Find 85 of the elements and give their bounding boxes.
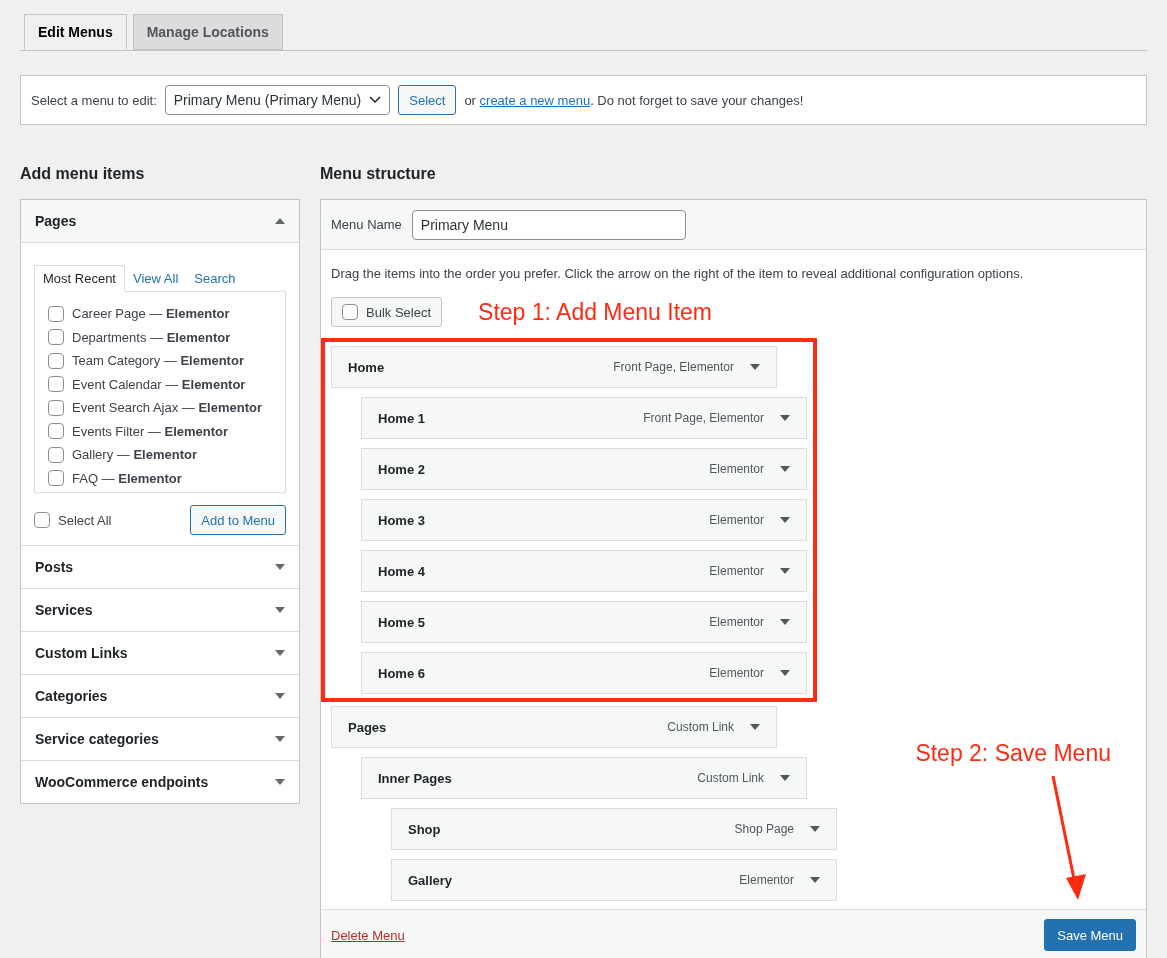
- menu-item[interactable]: Home 3 Elementor: [361, 499, 807, 541]
- menu-item[interactable]: Gallery Elementor: [391, 859, 837, 901]
- menu-item-title: Home 1: [378, 410, 426, 426]
- menu-item-title: Home 3: [378, 512, 426, 528]
- panel-tab[interactable]: View All: [125, 266, 187, 291]
- menu-name-label: Menu Name: [331, 217, 402, 232]
- menu-item-type: Custom Link: [697, 771, 764, 785]
- menu-item[interactable]: Home 6 Elementor: [361, 652, 807, 694]
- menu-item[interactable]: Shop Shop Page: [391, 808, 837, 850]
- bulk-select-button[interactable]: Bulk Select: [331, 297, 443, 327]
- expand-triangle-icon[interactable]: [780, 415, 790, 421]
- page-label: Event Calendar — Elementor: [72, 376, 246, 392]
- instructions-text: Drag the items into the order you prefer. Click the arrow on the right of the item to reveal additional configuration options.: [331, 266, 1025, 281]
- checkbox[interactable]: [48, 399, 64, 416]
- expand-triangle-icon[interactable]: [750, 724, 760, 730]
- menu-item-title: Gallery: [408, 872, 454, 888]
- page-label: Gallery — Elementor: [72, 447, 197, 463]
- menu-item-type: Front Page, Elementor: [613, 360, 734, 374]
- accordion-header[interactable]: Pages: [21, 200, 299, 243]
- menu-item-type: Elementor: [709, 666, 764, 680]
- expand-triangle-icon[interactable]: [810, 826, 820, 832]
- menu-item[interactable]: Home 4 Elementor: [361, 550, 807, 592]
- select-label: Select a menu to edit:: [31, 92, 157, 108]
- page-label: Event Search Ajax — Elementor: [72, 400, 263, 416]
- menu-item[interactable]: Home 1 Front Page, Elementor: [361, 397, 807, 439]
- expand-triangle-icon[interactable]: [750, 364, 760, 370]
- page-label: Events Filter — Elementor: [72, 423, 229, 439]
- annotation-text: Step 1: Add Menu Item: [478, 298, 713, 326]
- menu-item[interactable]: Home 5 Elementor: [361, 601, 807, 643]
- expand-triangle-icon[interactable]: [780, 466, 790, 472]
- menu-item-title: Home: [348, 359, 386, 375]
- menu-dropdown[interactable]: Primary Menu (Primary Menu): [164, 85, 391, 115]
- menu-item-type: Elementor: [739, 873, 794, 887]
- checkbox[interactable]: [342, 304, 358, 320]
- menu-item-title: Shop: [408, 821, 442, 837]
- add-to-menu-button[interactable]: Add to Menu: [190, 505, 286, 535]
- page-label: Departments — Elementor: [72, 329, 231, 345]
- section-heading: Menu structure: [320, 165, 437, 183]
- checkbox[interactable]: [48, 376, 64, 393]
- expand-triangle-icon[interactable]: [780, 619, 790, 625]
- menu-item-type: Custom Link: [667, 720, 734, 734]
- menu-item-title: Inner Pages: [378, 770, 453, 786]
- expand-triangle-icon[interactable]: [780, 670, 790, 676]
- menu-item-title: Home 4: [378, 563, 426, 579]
- checkbox[interactable]: [48, 470, 64, 487]
- tab[interactable]: Manage Locations: [132, 14, 283, 50]
- checkbox[interactable]: [48, 352, 64, 369]
- delete-menu-link[interactable]: Delete Menu: [331, 927, 405, 943]
- menu-item[interactable]: Home 2 Elementor: [361, 448, 807, 490]
- menu-item-type: Elementor: [709, 513, 764, 527]
- expand-triangle-icon[interactable]: [780, 775, 790, 781]
- tab[interactable]: Edit Menus: [24, 14, 127, 50]
- page-label: Career Page — Elementor: [72, 306, 230, 322]
- menu-item-type: Elementor: [709, 615, 764, 629]
- page-label: FAQ — Elementor: [72, 470, 182, 486]
- expand-triangle-icon[interactable]: [780, 568, 790, 574]
- chevron-icon: [369, 96, 382, 104]
- panel-tab[interactable]: Search: [186, 266, 244, 291]
- expand-triangle-icon[interactable]: [810, 877, 820, 883]
- menu-item-type: Front Page, Elementor: [643, 411, 764, 425]
- page-label: Team Category — Elementor: [72, 353, 244, 369]
- menu-item-type: Elementor: [709, 564, 764, 578]
- menu-item[interactable]: Home Front Page, Elementor: [331, 346, 777, 388]
- checkbox[interactable]: [48, 329, 64, 346]
- checkbox[interactable]: [34, 512, 50, 528]
- menu-item-title: Home 2: [378, 461, 426, 477]
- menu-item-type: Shop Page: [734, 822, 794, 836]
- select-all-label: Select All: [58, 512, 112, 528]
- menu-name-field[interactable]: Primary Menu: [411, 209, 686, 240]
- checkbox[interactable]: [48, 305, 64, 322]
- save-menu-button[interactable]: Save Menu: [1044, 919, 1136, 951]
- panel-tab[interactable]: Most Recent: [34, 265, 125, 292]
- menu-item-title: Pages: [348, 719, 388, 735]
- menu-item-title: Home 6: [378, 665, 426, 681]
- section-heading: Add menu items: [20, 165, 146, 183]
- menu-item[interactable]: Pages Custom Link: [331, 706, 777, 748]
- menu-item-type: Elementor: [709, 462, 764, 476]
- checkbox[interactable]: [48, 423, 64, 440]
- expand-triangle-icon[interactable]: [780, 517, 790, 523]
- checkbox[interactable]: [48, 446, 64, 463]
- annotation-text: Step 2: Save Menu: [915, 740, 1111, 767]
- select-note: or create a new menu. Do not forget to save your changes!: [464, 92, 804, 108]
- select-button[interactable]: Select: [398, 85, 457, 115]
- menu-item-title: Home 5: [378, 614, 426, 630]
- menu-item[interactable]: Inner Pages Custom Link: [361, 757, 807, 799]
